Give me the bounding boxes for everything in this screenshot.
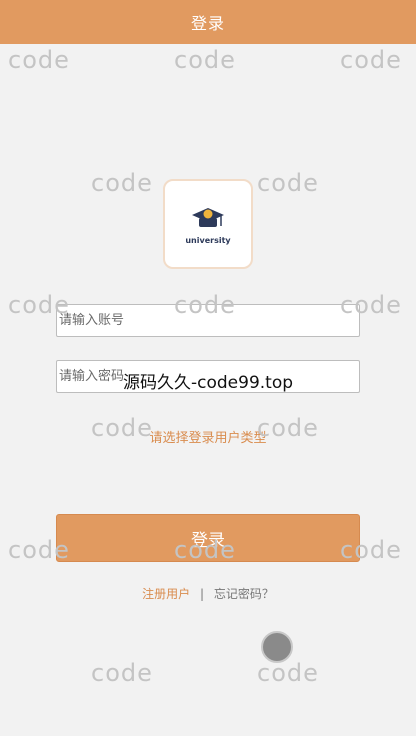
watermark: code	[257, 659, 319, 687]
register-link[interactable]: 注册用户	[142, 587, 190, 601]
watermark: code	[174, 46, 236, 74]
page-title: 登录	[190, 14, 225, 33]
watermark: code	[257, 169, 319, 197]
top-bar: 登录	[0, 0, 416, 44]
watermark: code	[91, 169, 153, 197]
account-input[interactable]	[56, 304, 360, 337]
login-button[interactable]: 登录	[56, 514, 360, 562]
floating-assistive-button[interactable]	[261, 631, 293, 663]
logo-text: university	[185, 235, 231, 245]
overlay-watermark-text: 源码久久-code99.top	[123, 373, 294, 393]
forgot-password-link[interactable]: 忘记密码？	[214, 587, 274, 601]
bottom-links: 注册用户 | 忘记密码？	[0, 585, 416, 602]
graduation-cap-icon	[192, 207, 224, 227]
watermark: code	[8, 46, 70, 74]
watermark: code	[91, 659, 153, 687]
app-logo: university	[163, 179, 253, 269]
watermark: code	[340, 46, 402, 74]
link-separator: |	[199, 587, 205, 601]
user-type-selector[interactable]: 请选择登录用户类型	[0, 427, 416, 446]
